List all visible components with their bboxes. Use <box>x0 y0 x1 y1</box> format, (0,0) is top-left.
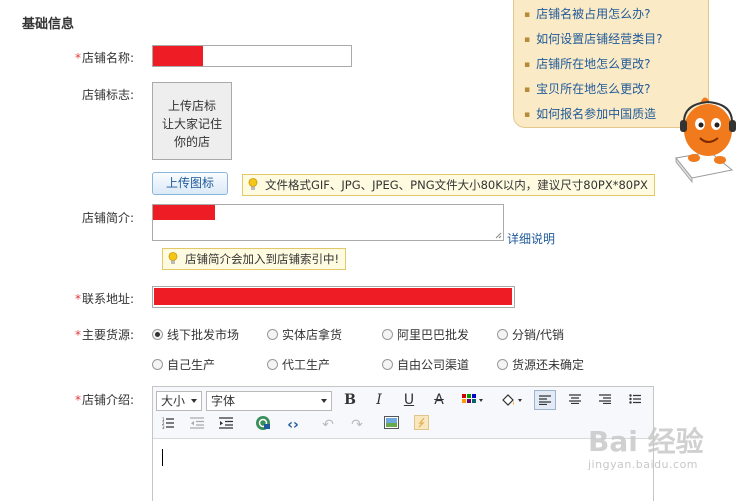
logo-format-tip: 文件格式GIF、JPG、JPEG、PNG文件大小80K以内，建议尺寸80PX*8… <box>242 174 655 196</box>
intro-tip-text: 店铺简介会加入到店铺索引中! <box>185 252 340 266</box>
undo-icon[interactable]: ↶ <box>317 415 339 435</box>
indent-icon[interactable] <box>215 415 237 435</box>
svg-text:3: 3 <box>162 425 165 429</box>
unordered-list-icon[interactable] <box>624 390 646 410</box>
outdent-icon[interactable] <box>186 415 208 435</box>
logo-placeholder-line-3: 你的店 <box>173 135 210 149</box>
radio-icon <box>152 359 163 370</box>
upload-logo-button[interactable]: 上传图标 <box>152 172 228 195</box>
source-option-oem[interactable]: 代工生产 <box>267 356 330 373</box>
shop-desc-label: 店铺介绍: <box>0 391 134 408</box>
help-link-category[interactable]: 如何设置店铺经营类目? <box>524 27 708 52</box>
radio-selected-icon <box>152 329 163 340</box>
main-source-label: 主要货源: <box>0 326 134 343</box>
source-option-distribution[interactable]: 分销/代销 <box>497 326 564 343</box>
chevron-down-icon <box>191 399 197 403</box>
watermark-logo: Bai 经验 <box>588 425 704 458</box>
section-title: 基础信息 <box>22 17 75 32</box>
radio-icon <box>382 329 393 340</box>
strikethrough-icon[interactable]: A <box>428 390 450 410</box>
help-link-name-taken[interactable]: 店铺名被占用怎么办? <box>524 2 708 27</box>
logo-placeholder[interactable]: 上传店标 让大家记住 你的店 <box>152 82 232 160</box>
source-option-self-produce[interactable]: 自己生产 <box>152 356 215 373</box>
source-option-alibaba[interactable]: 阿里巴巴批发 <box>382 326 469 343</box>
ordered-list-icon[interactable]: 123 <box>157 415 179 435</box>
source-option-wholesale-market[interactable]: 线下批发市场 <box>152 326 239 343</box>
logo-tip-text: 文件格式GIF、JPG、JPEG、PNG文件大小80K以内，建议尺寸80PX*8… <box>265 178 648 192</box>
radio-icon <box>382 359 393 370</box>
mascot-icon <box>675 97 736 184</box>
editor-toolbar: 大小 字体 B I U A 123 ‹› ↶ ↷ <box>153 387 653 439</box>
shop-logo-label: 店铺标志: <box>81 88 134 102</box>
logo-placeholder-line-1: 上传店标 <box>167 99 216 113</box>
chevron-down-icon <box>321 399 327 403</box>
redo-icon[interactable]: ↷ <box>346 415 368 435</box>
radio-icon <box>267 359 278 370</box>
align-center-icon[interactable] <box>564 390 586 410</box>
font-size-select[interactable]: 大小 <box>156 391 202 411</box>
underline-icon[interactable]: U <box>398 390 420 410</box>
radio-icon <box>497 359 508 370</box>
shop-intro-label: 店铺简介: <box>81 211 134 225</box>
redacted-shop-intro <box>153 205 215 220</box>
radio-icon <box>497 329 508 340</box>
radio-icon <box>267 329 278 340</box>
help-link-shop-location[interactable]: 店铺所在地怎么更改? <box>524 52 708 77</box>
lightbulb-icon <box>168 252 178 264</box>
text-color-icon[interactable] <box>458 390 486 410</box>
lightbulb-icon <box>248 178 258 190</box>
source-option-undecided[interactable]: 货源还未确定 <box>497 356 584 373</box>
rich-text-editor: 大小 字体 B I U A 123 ‹› ↶ ↷ <box>152 386 654 501</box>
insert-link-icon[interactable] <box>252 415 274 435</box>
redacted-shop-name <box>153 46 203 66</box>
font-family-select[interactable]: 字体 <box>206 391 332 411</box>
resize-handle-icon[interactable] <box>495 232 502 239</box>
baidu-jingyan-watermark: Bai 经验 jingyan.baidu.com <box>588 420 704 471</box>
italic-icon[interactable]: I <box>368 390 390 410</box>
align-left-icon[interactable] <box>534 390 556 410</box>
insert-image-icon[interactable] <box>380 415 402 435</box>
redacted-address <box>154 288 512 305</box>
align-right-icon[interactable] <box>594 390 616 410</box>
intro-index-tip: 店铺简介会加入到店铺索引中! <box>162 248 347 270</box>
contact-address-label: 联系地址: <box>0 290 134 307</box>
source-code-icon[interactable]: ‹› <box>282 415 304 435</box>
text-cursor <box>162 449 163 466</box>
shop-name-label: 店铺名称: <box>0 49 134 66</box>
detail-link[interactable]: 详细说明 <box>507 230 555 247</box>
insert-flash-icon[interactable] <box>410 415 432 435</box>
bold-icon[interactable]: B <box>339 390 361 410</box>
logo-placeholder-line-2: 让大家记住 <box>161 117 222 131</box>
background-color-icon[interactable] <box>497 390 525 410</box>
source-option-company-channel[interactable]: 自由公司渠道 <box>382 356 469 373</box>
source-option-retail-store[interactable]: 实体店拿货 <box>267 326 342 343</box>
